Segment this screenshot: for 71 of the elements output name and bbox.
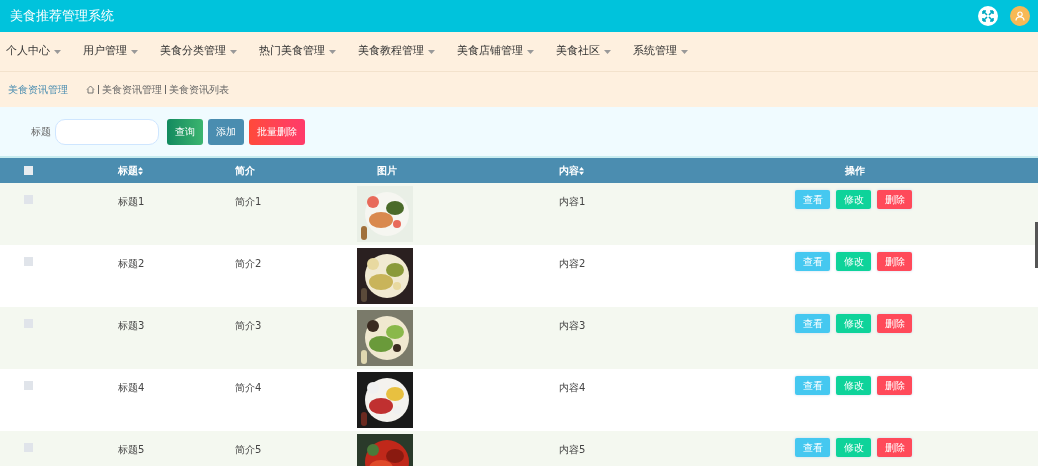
app-title: 美食推荐管理系统 bbox=[10, 7, 114, 26]
delete-button[interactable]: 删除 bbox=[877, 314, 912, 333]
table-cell: 标题4 bbox=[118, 382, 145, 393]
delete-button[interactable]: 删除 bbox=[877, 376, 912, 395]
table-cell: 标题1 bbox=[118, 196, 145, 207]
sort-icon bbox=[138, 166, 143, 175]
select-all-checkbox[interactable] bbox=[24, 166, 33, 175]
table-cell: 标题3 bbox=[118, 320, 145, 331]
view-button[interactable]: 查看 bbox=[795, 376, 830, 395]
caret-icon bbox=[428, 49, 435, 54]
edit-button[interactable]: 修改 bbox=[836, 252, 871, 271]
column-header[interactable]: 内容 bbox=[559, 163, 584, 178]
row-checkbox[interactable] bbox=[24, 257, 33, 266]
column-header: 简介 bbox=[235, 164, 255, 178]
table-cell: 简介3 bbox=[235, 320, 262, 331]
add-button[interactable]: 添加 bbox=[208, 118, 244, 145]
nav-menu[interactable]: 个人中心 bbox=[6, 43, 61, 60]
page-title: 美食资讯管理 bbox=[8, 83, 68, 97]
nav-menu[interactable]: 美食社区 bbox=[556, 43, 611, 60]
table-cell: 内容2 bbox=[559, 258, 586, 269]
edit-button[interactable]: 修改 bbox=[836, 190, 871, 209]
row-checkbox[interactable] bbox=[24, 381, 33, 390]
view-button[interactable]: 查看 bbox=[795, 252, 830, 271]
table-cell: 简介5 bbox=[235, 444, 262, 455]
view-button[interactable]: 查看 bbox=[795, 314, 830, 333]
table-cell: 内容4 bbox=[559, 382, 586, 393]
delete-button[interactable]: 删除 bbox=[877, 190, 912, 209]
column-header: 图片 bbox=[377, 164, 397, 178]
nav-menu[interactable]: 美食教程管理 bbox=[358, 43, 435, 60]
view-button[interactable]: 查看 bbox=[795, 190, 830, 209]
caret-icon bbox=[54, 49, 61, 54]
fullscreen-icon bbox=[982, 10, 994, 22]
user-icon bbox=[1015, 11, 1025, 21]
title-input[interactable] bbox=[55, 118, 159, 145]
nav-menu[interactable]: 用户管理 bbox=[83, 43, 138, 60]
caret-icon bbox=[527, 49, 534, 54]
table-cell: 内容3 bbox=[559, 320, 586, 331]
nav-menu[interactable]: 美食店铺管理 bbox=[457, 43, 534, 60]
view-button[interactable]: 查看 bbox=[795, 438, 830, 457]
home-icon bbox=[86, 85, 95, 94]
column-header[interactable]: 标题 bbox=[118, 163, 143, 178]
table-cell: 简介2 bbox=[235, 258, 262, 269]
column-header: 操作 bbox=[845, 164, 865, 178]
nav-menu[interactable]: 热门美食管理 bbox=[259, 43, 336, 60]
breadcrumb-link[interactable]: 美食资讯列表 bbox=[169, 82, 229, 97]
search-button[interactable]: 查询 bbox=[167, 118, 203, 145]
nav-menu[interactable]: 系统管理 bbox=[633, 43, 688, 60]
table-cell: 标题2 bbox=[118, 258, 145, 269]
table-cell: 标题5 bbox=[118, 444, 145, 455]
nav-menu[interactable]: 美食分类管理 bbox=[160, 43, 237, 60]
caret-icon bbox=[329, 49, 336, 54]
edit-button[interactable]: 修改 bbox=[836, 376, 871, 395]
field-label: 标题 bbox=[31, 125, 51, 139]
breadcrumb-link[interactable]: 美食资讯管理 bbox=[102, 82, 162, 97]
caret-icon bbox=[131, 49, 138, 54]
delete-button[interactable]: 删除 bbox=[877, 438, 912, 457]
sort-icon bbox=[579, 166, 584, 175]
fullscreen-button[interactable] bbox=[978, 6, 998, 26]
edit-button[interactable]: 修改 bbox=[836, 438, 871, 457]
scrollbar bbox=[1035, 222, 1038, 268]
table-cell: 简介1 bbox=[235, 196, 262, 207]
delete-button[interactable]: 删除 bbox=[877, 252, 912, 271]
table-cell: 内容1 bbox=[559, 196, 586, 207]
edit-button[interactable]: 修改 bbox=[836, 314, 871, 333]
table-cell: 内容5 bbox=[559, 444, 586, 455]
caret-icon bbox=[604, 49, 611, 54]
caret-icon bbox=[681, 49, 688, 54]
table-cell: 简介4 bbox=[235, 382, 262, 393]
delete-button[interactable]: 批量删除 bbox=[249, 118, 305, 145]
avatar-button[interactable] bbox=[1010, 6, 1030, 26]
caret-icon bbox=[230, 49, 237, 54]
